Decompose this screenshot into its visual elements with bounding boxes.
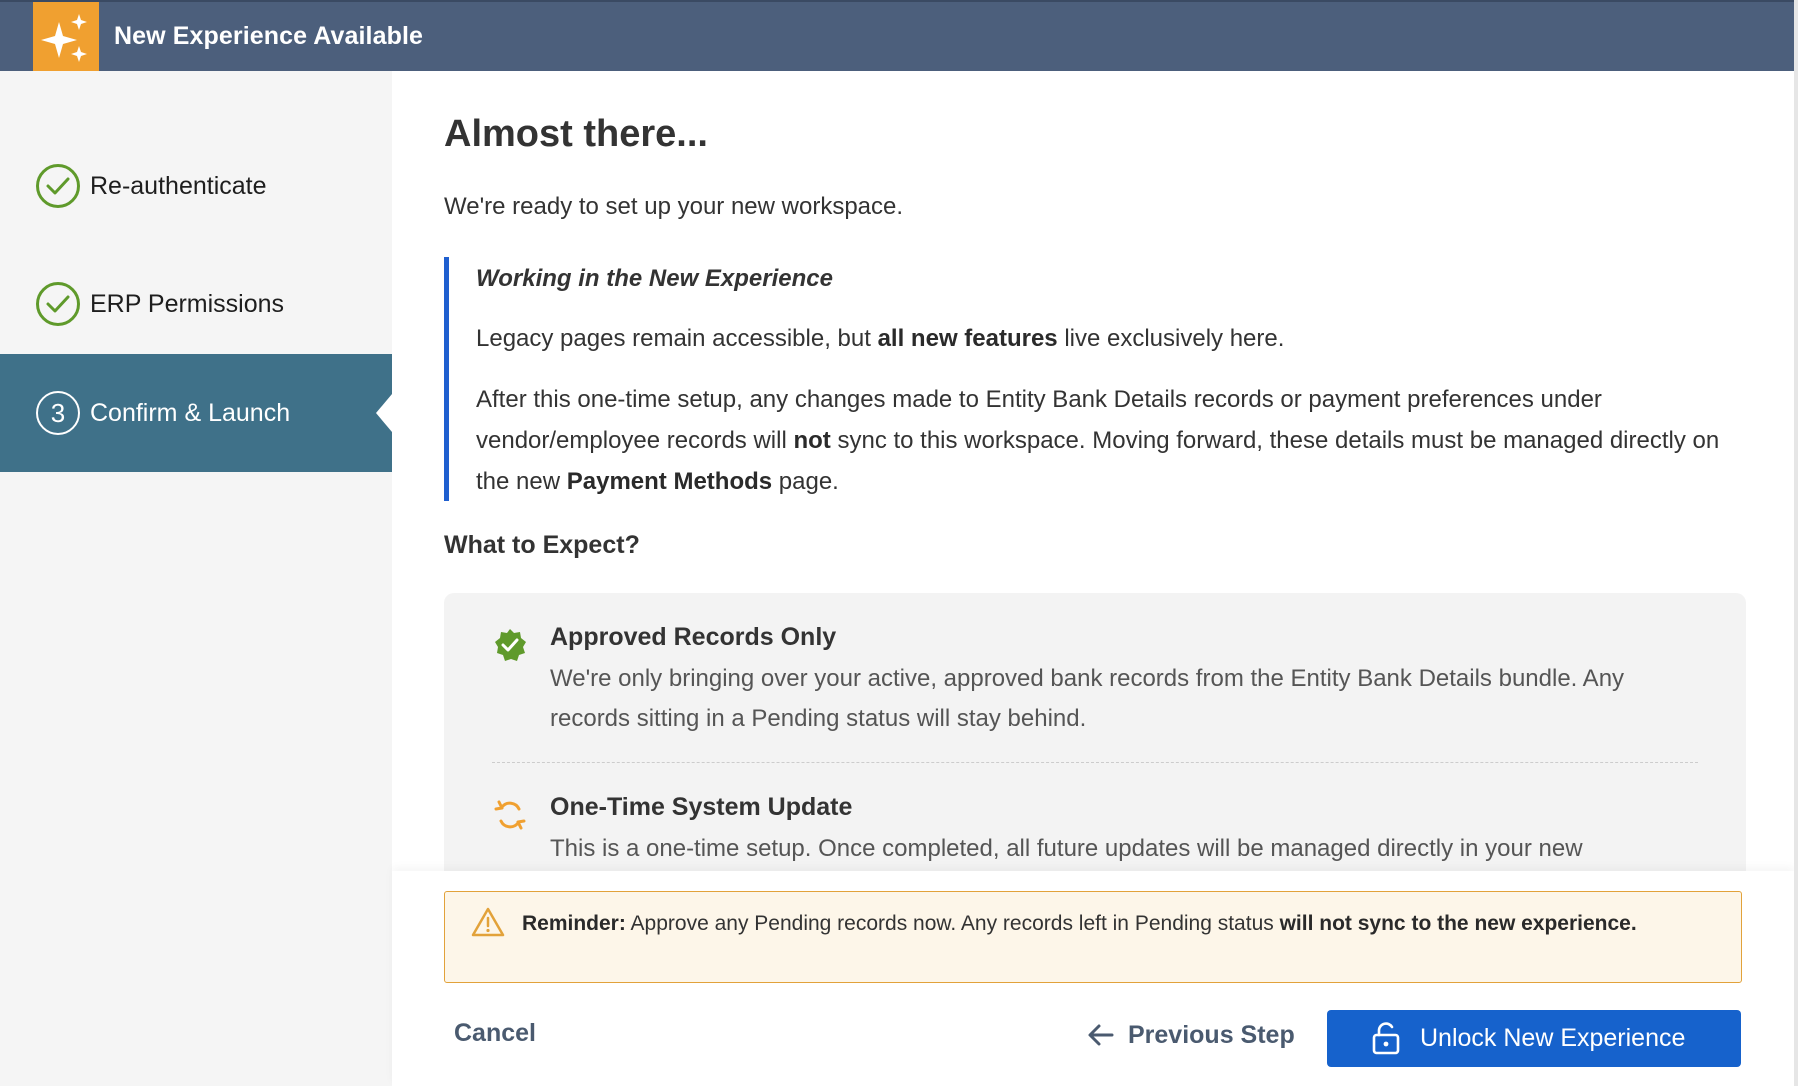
expect-item-title: One-Time System Update: [550, 793, 853, 821]
intro-text: We're ready to set up your new workspace…: [444, 193, 904, 220]
expect-item-title: Approved Records Only: [550, 623, 837, 651]
page-title: Almost there...: [444, 113, 708, 155]
step-reauthenticate[interactable]: Re-authenticate: [0, 127, 392, 245]
main-content: Almost there... We're ready to set up yo…: [392, 71, 1794, 871]
warning-icon: [471, 906, 505, 938]
dialog-footer: Reminder: Approve any Pending records no…: [392, 871, 1794, 1086]
callout-paragraph-2: After this one-time setup, any changes m…: [476, 386, 1720, 495]
expect-item-desc: This is a one-time setup. Once completed…: [550, 835, 1583, 862]
active-step-pointer: [376, 394, 392, 432]
expect-item-approved: Approved Records Only We're only bringin…: [492, 623, 1702, 753]
cancel-button[interactable]: Cancel: [454, 1019, 536, 1048]
callout-title: Working in the New Experience: [476, 265, 833, 292]
sync-icon: [492, 797, 528, 833]
dialog-title: New Experience Available: [114, 22, 424, 50]
dialog-header: New Experience Available: [0, 0, 1798, 86]
unlock-label: Unlock New Experience: [1420, 1024, 1686, 1052]
setup-dialog: New Experience Available Re-authenticate…: [0, 0, 1798, 1086]
step-label: Re-authenticate: [90, 171, 267, 200]
step-confirm-launch[interactable]: 3 Confirm & Launch: [0, 354, 392, 472]
previous-step-button[interactable]: Previous Step: [1086, 1015, 1295, 1055]
step-label: ERP Permissions: [90, 289, 285, 318]
check-circle-icon: [36, 282, 80, 326]
stepper-sidebar: Re-authenticate ERP Permissions 3 Confir…: [0, 71, 392, 1086]
expect-item-desc: We're only bringing over your active, ap…: [550, 665, 1625, 732]
info-callout: Working in the New Experience Legacy pag…: [444, 257, 1774, 501]
step-label: Confirm & Launch: [90, 398, 291, 427]
arrow-left-icon: [1086, 1020, 1116, 1050]
window-edge: [1794, 0, 1798, 1086]
verified-badge-icon: [492, 627, 528, 663]
reminder-banner: Reminder: Approve any Pending records no…: [444, 891, 1742, 983]
step-number: 3: [36, 391, 80, 435]
expect-panel: Approved Records Only We're only bringin…: [444, 593, 1746, 871]
step-erp-permissions[interactable]: ERP Permissions: [0, 245, 392, 363]
previous-step-label: Previous Step: [1128, 1020, 1295, 1049]
check-circle-icon: [36, 164, 80, 208]
callout-paragraph-1: Legacy pages remain accessible, but all …: [476, 325, 1285, 352]
expect-item-update: One-Time System Update This is a one-tim…: [492, 793, 1702, 871]
expect-divider: [492, 762, 1698, 763]
expect-heading: What to Expect?: [444, 531, 640, 559]
unlock-icon: [1371, 1021, 1401, 1055]
unlock-new-experience-button[interactable]: Unlock New Experience: [1327, 1010, 1741, 1067]
reminder-text: Reminder: Approve any Pending records no…: [522, 912, 1637, 935]
